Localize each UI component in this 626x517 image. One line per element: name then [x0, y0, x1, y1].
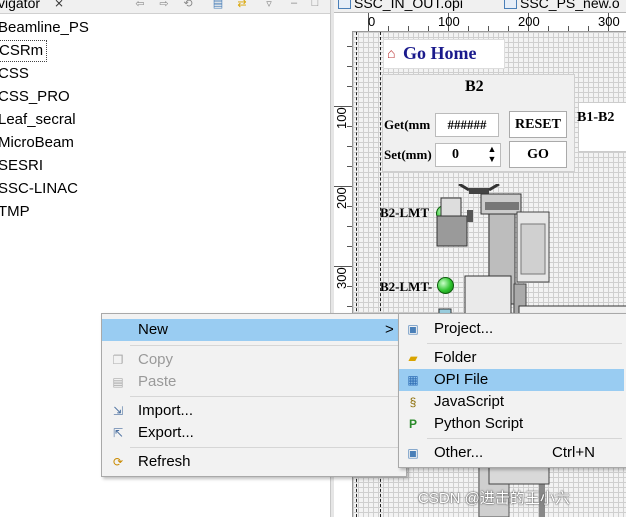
export-icon: ⇱	[112, 426, 124, 440]
import-icon: ⇲	[112, 404, 124, 418]
set-value: 0	[452, 147, 459, 162]
ruler-label: 300	[598, 14, 620, 29]
tab-label: SSC_IN_OUT.opi	[354, 0, 463, 11]
new-submenu: ▣ Project... ▰ Folder ▦ OPI File § JavaS…	[398, 313, 626, 468]
ruler-label: 300	[334, 267, 349, 289]
navigator-title: vigator	[0, 0, 41, 11]
ruler-label: 100	[334, 107, 349, 129]
menu-item-label: JavaScript	[434, 393, 505, 410]
go-home-label: Go Home	[403, 43, 477, 63]
navigator-header: vigator ⨯ ⇦ ⇨ ⟲ ▤ ⇄ ▿ – □	[0, 0, 330, 14]
go-home-button[interactable]: ⌂ Go Home	[383, 39, 505, 69]
copy-icon: ❐	[112, 353, 124, 367]
set-label: Set(mm)	[384, 147, 432, 162]
refresh-icon: ⟳	[112, 455, 124, 469]
panel-title: B2	[465, 78, 484, 95]
menu-item-label: Other...	[434, 444, 484, 461]
minimize-icon[interactable]: –	[287, 0, 301, 9]
menu-item-paste[interactable]: ▤ Paste	[102, 371, 404, 393]
menu-item-label: New	[138, 321, 169, 338]
forward-icon[interactable]: ⇨	[157, 0, 171, 10]
python-script-icon: P	[408, 417, 417, 431]
link-editor-icon[interactable]: ⇄	[235, 0, 249, 10]
tree-item-microbeam[interactable]: MicroBeam	[0, 132, 77, 154]
b2-control-panel: B2 Get(mm ###### Set(mm) 0 ▲ ▼ RESET GO	[382, 74, 575, 172]
tab-label: SSC_PS_new.o	[520, 0, 620, 11]
menu-item-export[interactable]: ⇱ Export...	[102, 422, 404, 444]
menu-item-label: Import...	[138, 402, 194, 419]
spin-up-icon[interactable]: ▲	[486, 145, 498, 154]
tree-item-css[interactable]: CSS	[0, 63, 32, 85]
home-icon: ⌂	[387, 45, 396, 61]
menu-item-import[interactable]: ⇲ Import...	[102, 400, 404, 422]
watermark: CSDN @进击的王小六	[418, 490, 570, 507]
spin-down-icon[interactable]: ▼	[486, 155, 498, 164]
view-menu-icon[interactable]: ▿	[262, 0, 276, 10]
tree-item-tmp[interactable]: TMP	[0, 201, 33, 223]
other-icon: ▣	[407, 446, 419, 460]
maximize-icon[interactable]: □	[308, 0, 322, 9]
context-menu: New > ❐ Copy ▤ Paste ⇲ Import... ⇱ Expor…	[101, 313, 407, 477]
submenu-item-opi-file[interactable]: ▦ OPI File	[399, 369, 624, 391]
back-icon[interactable]: ⇦	[133, 0, 147, 10]
submenu-item-folder[interactable]: ▰ Folder	[399, 347, 624, 369]
menu-item-new[interactable]: New >	[102, 319, 404, 341]
set-spinner[interactable]: 0 ▲ ▼	[435, 143, 501, 167]
link-icon[interactable]: ⟲	[181, 0, 195, 10]
menu-item-label: Paste	[138, 373, 177, 390]
reset-button[interactable]: RESET	[509, 111, 567, 138]
submenu-item-javascript[interactable]: § JavaScript	[399, 391, 624, 413]
ruler-label: 0	[368, 14, 376, 29]
shortcut-label: Ctrl+N	[552, 444, 595, 461]
close-icon[interactable]: ⨯	[54, 0, 64, 10]
tab-ssc-in-out[interactable]: SSC_IN_OUT.opi	[338, 0, 463, 11]
paste-icon: ▤	[112, 375, 124, 389]
collapse-all-icon[interactable]: ▤	[211, 0, 225, 10]
opi-tab-icon	[338, 0, 351, 9]
menu-item-copy[interactable]: ❐ Copy	[102, 349, 404, 371]
menu-item-label: Export...	[138, 424, 194, 441]
tree-item-csrm[interactable]: CSRm	[0, 40, 48, 62]
menu-item-label: Refresh	[138, 453, 191, 470]
submenu-item-python-script[interactable]: P Python Script	[399, 413, 624, 435]
b1-b2-label: B1-B2	[577, 110, 615, 125]
ruler-label: 100	[438, 14, 460, 29]
tree-item-ssc-linac[interactable]: SSC-LINAC	[0, 178, 81, 200]
submenu-arrow-icon: >	[385, 321, 394, 338]
tree-item-beamline-ps[interactable]: Beamline_PS	[0, 17, 92, 39]
get-value-display: ######	[435, 113, 499, 137]
submenu-item-project[interactable]: ▣ Project...	[399, 318, 624, 340]
menu-item-refresh[interactable]: ⟳ Refresh	[102, 451, 404, 473]
ruler-label: 200	[334, 187, 349, 209]
go-button[interactable]: GO	[509, 141, 567, 168]
opi-file-icon: ▦	[407, 373, 419, 387]
project-icon: ▣	[407, 322, 419, 336]
ruler-label: 200	[518, 14, 540, 29]
opi-tab-icon	[504, 0, 517, 9]
javascript-icon: §	[409, 395, 417, 409]
menu-item-label: Project...	[434, 320, 494, 337]
limit-label: B2-LMT	[380, 205, 430, 220]
tree-item-leaf-secral[interactable]: Leaf_secral	[0, 109, 79, 131]
tab-ssc-ps-new[interactable]: SSC_PS_new.o	[504, 0, 620, 11]
menu-item-label: Copy	[138, 351, 174, 368]
menu-item-label: OPI File	[434, 371, 489, 388]
submenu-item-other[interactable]: ▣ Other... Ctrl+N	[399, 442, 624, 464]
tree-item-sesri[interactable]: SESRI	[0, 155, 46, 177]
tree-item-css-pro[interactable]: CSS_PRO	[0, 86, 73, 108]
get-label: Get(mm	[384, 117, 431, 132]
folder-icon: ▰	[408, 351, 418, 365]
horizontal-ruler: 0 100 200 300	[352, 13, 626, 32]
menu-item-label: Folder	[434, 349, 477, 366]
limit-label: B2-LMT-	[380, 279, 433, 294]
menu-item-label: Python Script	[434, 415, 524, 432]
editor-tabs: SSC_IN_OUT.opi SSC_PS_new.o	[334, 0, 626, 13]
